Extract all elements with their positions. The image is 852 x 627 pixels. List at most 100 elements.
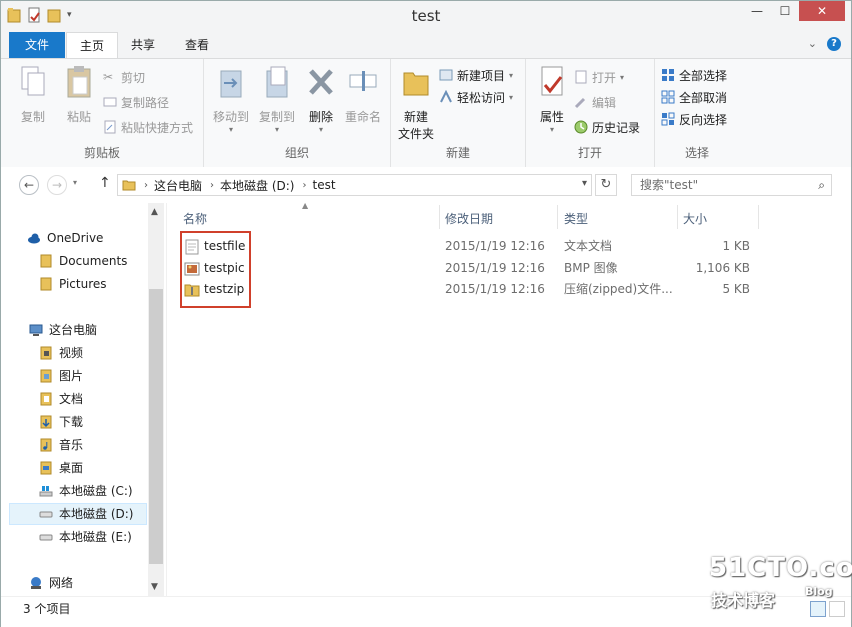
select-group-label: 选择 — [684, 146, 709, 160]
large-icons-view-button[interactable] — [829, 601, 845, 617]
details-view-button[interactable] — [810, 601, 826, 617]
column-divider[interactable] — [677, 205, 678, 229]
file-row[interactable]: testpic 2015/1/19 12:16 BMP 图像 1,106 KB — [167, 258, 851, 279]
hard-drive-icon — [39, 511, 53, 518]
nav-item-videos[interactable]: 视频 — [39, 342, 83, 364]
edit-icon — [574, 97, 586, 109]
new-folder-icon — [403, 72, 429, 96]
nav-item-label: 本地磁盘 (C:) — [59, 484, 133, 498]
help-icon[interactable]: ? — [827, 37, 841, 51]
edit-button[interactable]: 编辑 — [574, 92, 616, 112]
paste-shortcut-button[interactable]: 粘贴快捷方式 — [103, 117, 193, 137]
nav-item-drive-e[interactable]: 本地磁盘 (E:) — [39, 526, 132, 548]
nav-item-desktop[interactable]: 桌面 — [39, 457, 83, 479]
dropdown-icon: ▾ — [509, 92, 514, 102]
nav-item-label: 视频 — [59, 346, 84, 360]
nav-item-documents[interactable]: Documents — [39, 250, 127, 272]
title-bar: ▾ test — ☐ ✕ — [1, 1, 851, 32]
breadcrumb-this-pc[interactable]: 这台电脑 — [154, 177, 202, 194]
watermark-line1: 51CTO.com — [709, 553, 852, 583]
videos-folder-icon — [40, 346, 52, 360]
nav-item-images[interactable]: 图片 — [39, 365, 83, 387]
nav-item-downloads[interactable]: 下载 — [39, 411, 83, 433]
nav-item-documents-cn[interactable]: 文档 — [39, 388, 83, 410]
scroll-thumb[interactable] — [149, 289, 163, 564]
watermark-line2: 技术博客 — [711, 591, 776, 610]
tab-view[interactable]: 查看 — [171, 32, 223, 58]
copy-path-icon — [103, 97, 117, 107]
expand-ribbon-icon[interactable]: ⌄ — [808, 37, 817, 51]
nav-item-this-pc[interactable]: 这台电脑 — [29, 319, 97, 341]
copy-button[interactable]: 复制 — [13, 65, 53, 125]
dropdown-icon: ▾ — [274, 125, 279, 134]
new-folder-button[interactable]: 新建 文件夹 — [395, 65, 437, 142]
close-button[interactable]: ✕ — [799, 1, 845, 21]
nav-item-label: 下载 — [59, 415, 84, 429]
up-button[interactable]: ↑ — [99, 175, 111, 191]
select-all-button[interactable]: 全部选择 — [661, 65, 727, 85]
address-dropdown-icon[interactable]: ▾ — [582, 178, 587, 189]
file-modified: 2015/1/19 12:16 — [445, 261, 545, 275]
invert-selection-button[interactable]: 反向选择 — [661, 109, 727, 129]
tab-share[interactable]: 共享 — [118, 32, 168, 58]
maximize-button[interactable]: ☐ — [771, 1, 799, 21]
search-input[interactable]: 搜索"test" ⌕ — [631, 174, 832, 196]
open-button[interactable]: 打开 ▾ — [574, 67, 624, 87]
breadcrumb-test[interactable]: test — [312, 178, 335, 192]
forward-button[interactable]: → — [47, 175, 67, 195]
column-divider[interactable] — [557, 205, 558, 229]
back-button[interactable]: ← — [19, 175, 39, 195]
copy-to-button[interactable]: 复制到 ▾ — [254, 65, 300, 134]
nav-item-onedrive[interactable]: OneDrive — [27, 227, 103, 249]
column-header-modified[interactable]: 修改日期 — [445, 209, 493, 229]
move-to-icon — [220, 70, 242, 98]
tab-file[interactable]: 文件 — [9, 32, 65, 58]
nav-item-pictures[interactable]: Pictures — [39, 273, 107, 295]
easy-access-button[interactable]: 轻松访问 ▾ — [439, 87, 513, 107]
column-header-name[interactable]: 名称 — [183, 209, 207, 229]
select-none-button[interactable]: 全部取消 — [661, 87, 727, 107]
file-size: 1 KB — [722, 239, 750, 253]
column-divider[interactable] — [758, 205, 759, 229]
recent-locations-icon[interactable]: ▾ — [73, 178, 77, 187]
new-item-button[interactable]: 新建项目 ▾ — [439, 65, 513, 85]
copy-icon — [21, 66, 45, 96]
documents-folder-icon — [40, 392, 52, 406]
delete-x-icon — [309, 69, 333, 95]
highlight-annotation-box — [180, 231, 251, 308]
column-divider[interactable] — [439, 205, 440, 229]
scroll-down-icon[interactable]: ▼ — [151, 582, 158, 592]
window-controls: — ☐ ✕ — [743, 1, 845, 21]
clipboard-group-label: 剪贴板 — [83, 146, 120, 160]
column-header-size[interactable]: 大小 — [683, 209, 707, 229]
file-size: 1,106 KB — [695, 261, 750, 275]
nav-item-drive-c[interactable]: 本地磁盘 (C:) — [39, 480, 133, 502]
properties-button[interactable]: 属性 ▾ — [534, 65, 570, 134]
nav-item-drive-d[interactable]: 本地磁盘 (D:) — [9, 503, 147, 525]
delete-button[interactable]: 删除 ▾ — [302, 65, 340, 134]
history-button[interactable]: 历史记录 — [574, 117, 640, 137]
file-type: 压缩(zipped)文件... — [564, 282, 673, 296]
tab-home[interactable]: 主页 — [66, 32, 118, 59]
file-row[interactable]: testzip 2015/1/19 12:16 压缩(zipped)文件... … — [167, 279, 851, 300]
folder-icon — [40, 277, 52, 291]
nav-scrollbar[interactable]: ▲ ▼ — [148, 203, 164, 596]
breadcrumb-separator-icon: › — [144, 179, 148, 191]
music-folder-icon — [40, 438, 52, 452]
scroll-up-icon[interactable]: ▲ — [151, 207, 158, 217]
file-row[interactable]: testfile 2015/1/19 12:16 文本文档 1 KB — [167, 236, 851, 257]
move-to-button[interactable]: 移动到 ▾ — [208, 65, 254, 134]
navigation-bar: ← → ▾ ↑ › 这台电脑 › 本地磁盘 (D:) › test ▾ ↻ 搜索… — [1, 167, 851, 203]
paste-button[interactable]: 粘贴 — [59, 65, 99, 125]
open-group: 属性 ▾ 打开 ▾ 编辑 历史记录 打开 — [526, 59, 655, 167]
address-bar[interactable]: › 这台电脑 › 本地磁盘 (D:) › test ▾ — [117, 174, 592, 196]
column-header-type[interactable]: 类型 — [564, 209, 588, 229]
rename-button[interactable]: 重命名 — [340, 65, 386, 125]
breadcrumb-drive-d[interactable]: 本地磁盘 (D:) — [220, 177, 294, 194]
minimize-button[interactable]: — — [743, 1, 771, 21]
cut-button[interactable]: ✂ 剪切 — [103, 67, 145, 87]
copy-path-button[interactable]: 复制路径 — [103, 92, 169, 112]
refresh-button[interactable]: ↻ — [595, 174, 617, 196]
nav-item-music[interactable]: 音乐 — [39, 434, 83, 456]
nav-item-network[interactable]: 网络 — [29, 572, 73, 594]
